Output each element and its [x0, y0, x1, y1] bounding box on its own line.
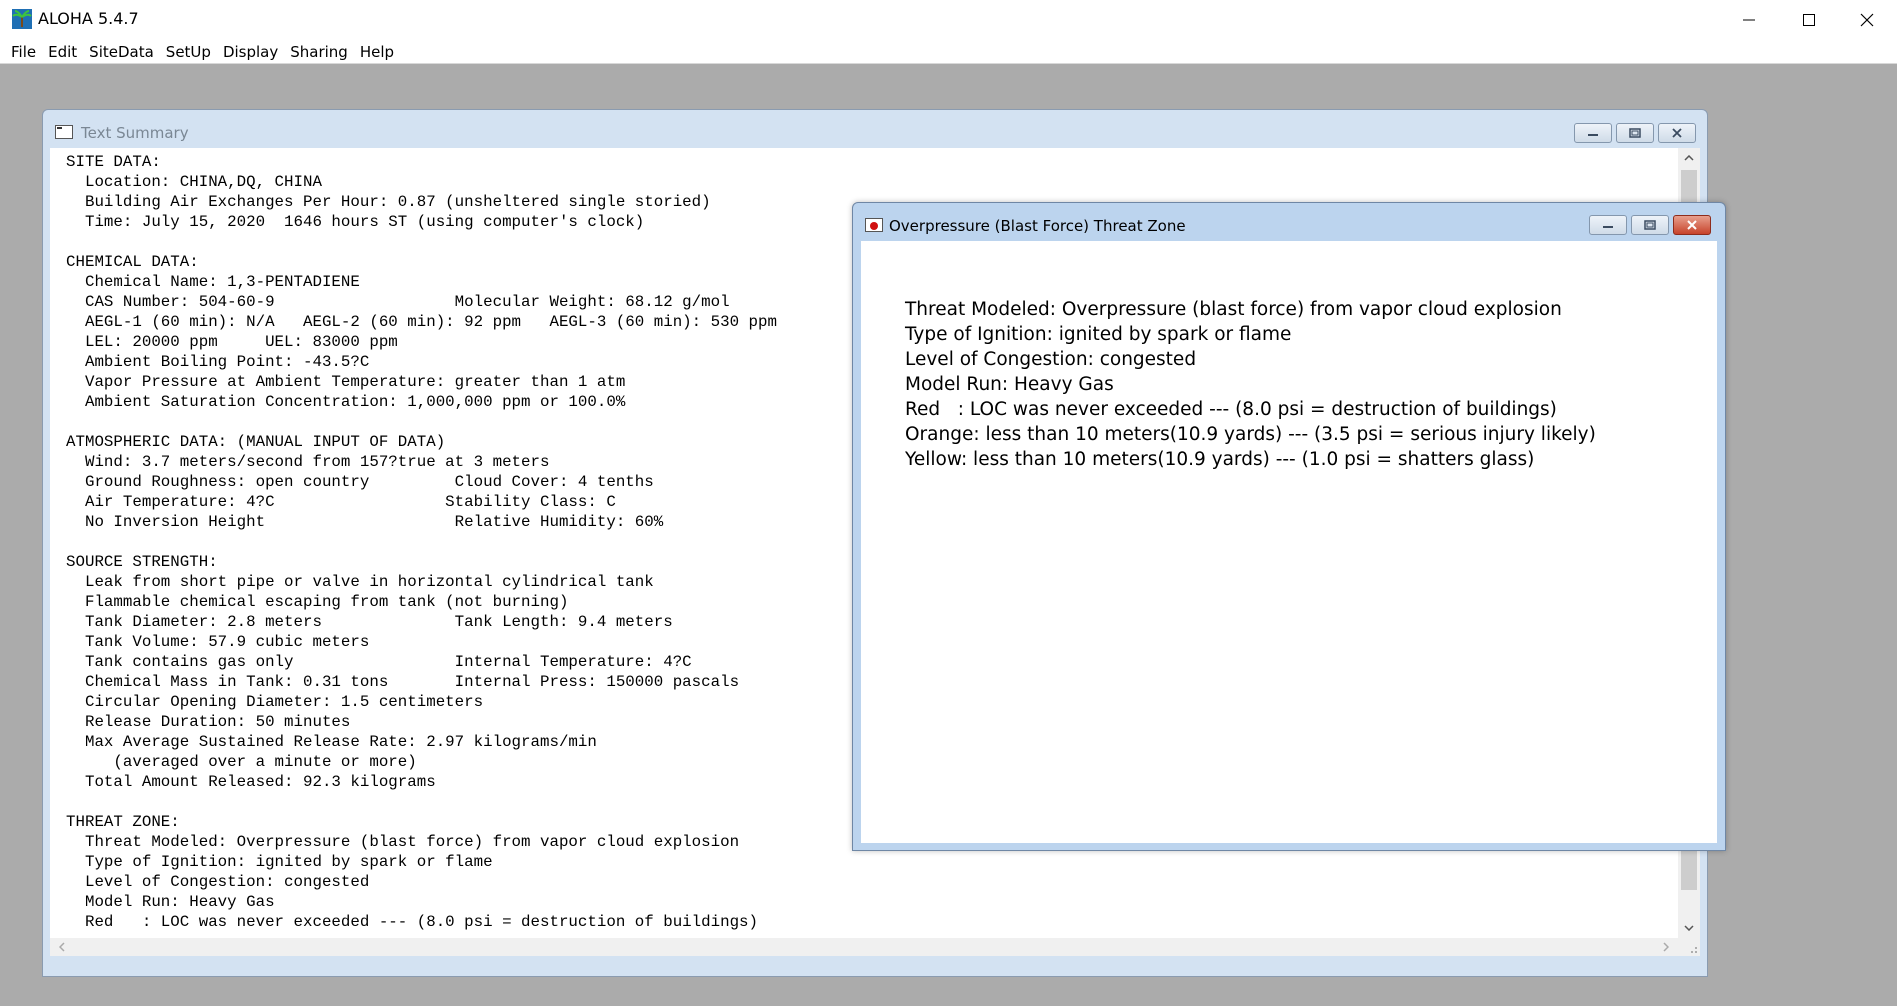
close-icon: [1860, 13, 1874, 27]
summary-line: Type of Ignition: ignited by spark or fl…: [66, 853, 493, 871]
maximize-button[interactable]: [1780, 0, 1838, 40]
horizontal-scrollbar[interactable]: [50, 938, 1678, 956]
threat-zone-line: Threat Modeled: Overpressure (blast forc…: [905, 299, 1562, 320]
scroll-up-button[interactable]: [1678, 148, 1700, 168]
chevron-right-icon: [1663, 942, 1669, 952]
summary-minimize-button[interactable]: [1574, 123, 1612, 143]
maximize-icon: [1803, 14, 1815, 26]
chevron-down-icon: [1684, 925, 1694, 931]
text-summary-titlebar[interactable]: Text Summary: [43, 110, 1707, 146]
minimize-icon: [1588, 134, 1598, 136]
menu-sitedata[interactable]: SiteData: [83, 41, 160, 63]
threat-restore-button[interactable]: [1631, 215, 1669, 235]
minimize-button[interactable]: [1720, 0, 1778, 40]
minimize-icon: [1603, 226, 1613, 228]
close-icon: [1672, 128, 1682, 138]
menu-edit[interactable]: Edit: [42, 41, 83, 63]
summary-line: SITE DATA:: [66, 153, 161, 171]
threat-minimize-button[interactable]: [1589, 215, 1627, 235]
summary-line: Red : LOC was never exceeded --- (8.0 ps…: [66, 913, 759, 931]
scroll-right-button[interactable]: [1658, 938, 1674, 956]
summary-close-button[interactable]: [1658, 123, 1696, 143]
resize-grip-icon: [1691, 947, 1697, 953]
threat-zone-line: Orange: less than 10 meters(10.9 yards) …: [905, 424, 1596, 445]
chevron-left-icon: [59, 942, 65, 952]
document-icon: [55, 124, 73, 139]
resize-grip[interactable]: [1678, 938, 1700, 956]
app-titlebar: ALOHA 5.4.7: [0, 0, 1897, 40]
restore-icon: [1644, 220, 1656, 230]
summary-line: Level of Congestion: congested: [66, 873, 370, 891]
threat-zone-title: Overpressure (Blast Force) Threat Zone: [889, 217, 1186, 235]
threat-zone-line: Model Run: Heavy Gas: [905, 374, 1114, 395]
scroll-left-button[interactable]: [54, 938, 70, 956]
summary-restore-button[interactable]: [1616, 123, 1654, 143]
threat-zone-content: Threat Modeled: Overpressure (blast forc…: [861, 241, 1717, 843]
summary-line: Model Run: Heavy Gas: [66, 893, 275, 911]
threat-zone-line: Level of Congestion: congested: [905, 349, 1197, 370]
app-title: ALOHA 5.4.7: [38, 9, 139, 28]
restore-icon: [1629, 128, 1641, 138]
threat-zone-line: Red : LOC was never exceeded --- (8.0 ps…: [905, 399, 1557, 420]
threat-zone-text: Threat Modeled: Overpressure (blast forc…: [905, 297, 1596, 472]
threat-close-button[interactable]: [1673, 215, 1711, 235]
summary-line: Location: CHINA,DQ, CHINA: [66, 173, 322, 191]
palm-tree-icon: [12, 9, 32, 29]
menu-sharing[interactable]: Sharing: [284, 41, 354, 63]
threat-zone-icon: [865, 217, 883, 232]
close-icon: [1687, 220, 1697, 230]
menu-help[interactable]: Help: [354, 41, 400, 63]
chevron-up-icon: [1684, 155, 1694, 161]
close-button[interactable]: [1838, 0, 1896, 40]
scroll-down-button[interactable]: [1678, 918, 1700, 938]
menu-display[interactable]: Display: [217, 41, 284, 63]
threat-zone-window: Overpressure (Blast Force) Threat Zone T…: [852, 202, 1726, 851]
minimize-icon: [1743, 19, 1755, 21]
threat-zone-titlebar[interactable]: Overpressure (Blast Force) Threat Zone: [853, 203, 1725, 239]
text-summary-title: Text Summary: [81, 124, 189, 142]
menu-bar: File Edit SiteData SetUp Display Sharing…: [0, 40, 1897, 64]
menu-setup[interactable]: SetUp: [160, 41, 217, 63]
threat-zone-line: Type of Ignition: ignited by spark or fl…: [905, 324, 1292, 345]
menu-file[interactable]: File: [5, 41, 42, 63]
threat-zone-line: Yellow: less than 10 meters(10.9 yards) …: [905, 449, 1535, 470]
